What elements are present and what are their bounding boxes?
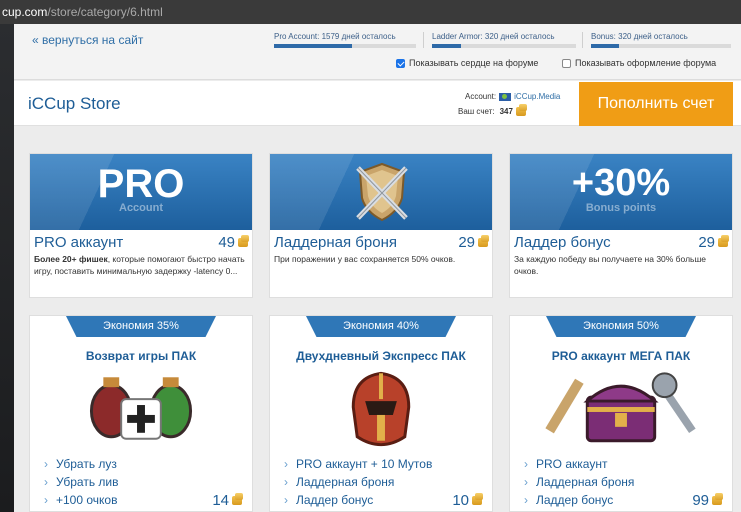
description-bold: Более 20+ фишек bbox=[34, 254, 108, 264]
list-item: Ладдерная броня bbox=[524, 473, 634, 491]
product-card-pro[interactable]: PRO Account PRO аккаунт 49 Более 20+ фиш… bbox=[29, 153, 253, 298]
pack-items: Убрать луз Убрать лив +100 очков bbox=[44, 455, 118, 509]
product-description: Более 20+ фишек, которые помогают быстро… bbox=[34, 253, 250, 277]
treasure-chest-icon bbox=[545, 372, 696, 443]
pack-title[interactable]: Возврат игры ПАК bbox=[30, 349, 252, 363]
pack-items: PRO аккаунт + 10 Мутов Ладдерная броня Л… bbox=[284, 455, 432, 509]
list-item: PRO аккаунт bbox=[524, 455, 634, 473]
stat-label: Pro Account: 1579 дней осталось bbox=[274, 32, 396, 41]
stat-bar bbox=[591, 44, 731, 48]
product-price: 49 bbox=[218, 234, 249, 251]
list-item: +100 очков bbox=[44, 491, 118, 509]
list-item: Ладдер бонус bbox=[284, 491, 432, 509]
price-value: 10 bbox=[452, 492, 469, 509]
banner-title: +30% bbox=[571, 162, 671, 204]
account-row: Account: iCCup.Media bbox=[465, 92, 560, 101]
pack-price: 99 bbox=[692, 492, 723, 509]
pack-card-two-day-express[interactable]: Экономия 40% Двухдневный Экспресс ПАК PR… bbox=[269, 315, 493, 512]
product-description: За каждую победу вы получаете на 30% бол… bbox=[514, 253, 730, 277]
checkbox-unchecked[interactable] bbox=[562, 58, 571, 68]
url-path: /store/category/6.html bbox=[47, 5, 163, 19]
price-value: 99 bbox=[692, 492, 709, 509]
coin-icon bbox=[712, 493, 723, 505]
product-name[interactable]: PRO аккаунт bbox=[34, 234, 123, 251]
divider bbox=[423, 32, 424, 48]
product-description: При поражении у вас сохраняется 50% очко… bbox=[274, 253, 490, 265]
potions-plus-icon bbox=[89, 377, 193, 440]
product-price: 29 bbox=[698, 234, 729, 251]
stat-bar bbox=[432, 44, 576, 48]
discount-ribbon: Экономия 40% bbox=[306, 316, 456, 337]
coin-icon bbox=[472, 493, 483, 505]
checkbox-label: Показывать оформление форума bbox=[575, 58, 717, 68]
checkbox-label: Показывать сердце на форуме bbox=[409, 58, 539, 68]
pack-card-return-game[interactable]: Экономия 35% Возврат игры ПАК Убрать луз… bbox=[29, 315, 253, 512]
product-card-ladder-armor[interactable]: Ладдерная броня 29 При поражении у вас с… bbox=[269, 153, 493, 298]
helmet-icon bbox=[351, 371, 411, 447]
coin-icon bbox=[718, 235, 729, 247]
product-price: 29 bbox=[458, 234, 489, 251]
description-text: При поражении у вас сохраняется 50% очко… bbox=[274, 254, 456, 264]
coin-icon bbox=[478, 235, 489, 247]
list-item: Убрать лив bbox=[44, 473, 118, 491]
pack-price: 10 bbox=[452, 492, 483, 509]
stat-bar-fill bbox=[274, 44, 353, 48]
price-value: 49 bbox=[218, 234, 235, 251]
stat-pro-account: Pro Account: 1579 дней осталось bbox=[274, 32, 416, 48]
stat-bonus: Bonus: 320 дней осталось bbox=[591, 32, 731, 48]
coin-icon bbox=[515, 104, 527, 116]
price-value: 29 bbox=[458, 234, 475, 251]
coin-icon bbox=[232, 493, 243, 505]
stat-bar bbox=[274, 44, 416, 48]
account-label: Account: bbox=[465, 92, 497, 101]
discount-ribbon: Экономия 50% bbox=[546, 316, 696, 337]
stat-label: Bonus: 320 дней осталось bbox=[591, 32, 688, 41]
list-item: Убрать луз bbox=[44, 455, 118, 473]
list-item: Ладдер бонус bbox=[524, 491, 634, 509]
product-name[interactable]: Ладдерная броня bbox=[274, 234, 397, 251]
product-banner bbox=[270, 154, 492, 230]
top-strip: « вернуться на сайт Pro Account: 1579 дн… bbox=[14, 24, 741, 80]
pack-title[interactable]: Двухдневный Экспресс ПАК bbox=[270, 349, 492, 363]
list-item: PRO аккаунт + 10 Мутов bbox=[284, 455, 432, 473]
page-title: iCCup Store bbox=[28, 94, 121, 113]
product-banner: PRO Account bbox=[30, 154, 252, 230]
back-to-site-link[interactable]: « вернуться на сайт bbox=[32, 33, 143, 47]
pack-price: 14 bbox=[212, 492, 243, 509]
balance-value: 347 bbox=[499, 107, 513, 116]
price-value: 14 bbox=[212, 492, 229, 509]
checkbox-checked[interactable] bbox=[396, 58, 405, 68]
pack-items: PRO аккаунт Ладдерная броня Ладдер бонус bbox=[524, 455, 634, 509]
show-design-checkbox[interactable]: Показывать оформление форума bbox=[562, 58, 716, 68]
store-header: iCCup Store Account: iCCup.Media Ваш сче… bbox=[14, 81, 741, 126]
discount-ribbon: Экономия 35% bbox=[66, 316, 216, 337]
description-text: За каждую победу вы получаете на 30% бол… bbox=[514, 254, 707, 276]
stat-label: Ladder Armor: 320 дней осталось bbox=[432, 32, 555, 41]
product-card-ladder-bonus[interactable]: +30% Bonus points Ладдер бонус 29 За каж… bbox=[509, 153, 733, 298]
url-host: cup.com bbox=[2, 5, 48, 19]
page-background bbox=[0, 24, 14, 512]
flag-icon bbox=[499, 92, 512, 101]
stat-bar-fill bbox=[591, 44, 619, 48]
browser-url-bar[interactable]: cup.com/store/category/6.html bbox=[0, 0, 741, 24]
balance-row: Ваш счет: 347 bbox=[458, 104, 527, 116]
stat-bar-fill bbox=[432, 44, 461, 48]
top-up-button[interactable]: Пополнить счет bbox=[579, 82, 733, 126]
shield-swords-icon bbox=[356, 162, 408, 222]
show-heart-checkbox[interactable]: Показывать сердце на форуме bbox=[396, 58, 538, 68]
banner-title: PRO bbox=[97, 162, 185, 206]
account-name-link[interactable]: iCCup.Media bbox=[514, 92, 560, 101]
pack-card-pro-mega[interactable]: Экономия 50% PRO аккаунт МЕГА ПАК PRO ак… bbox=[509, 315, 733, 512]
balance-label: Ваш счет: bbox=[458, 107, 495, 116]
product-banner: +30% Bonus points bbox=[510, 154, 732, 230]
coin-icon bbox=[238, 235, 249, 247]
pack-title[interactable]: PRO аккаунт МЕГА ПАК bbox=[510, 349, 732, 363]
banner-subtitle: Account bbox=[119, 202, 163, 214]
divider bbox=[582, 32, 583, 48]
banner-subtitle: Bonus points bbox=[585, 202, 657, 214]
price-value: 29 bbox=[698, 234, 715, 251]
stat-ladder-armor: Ladder Armor: 320 дней осталось bbox=[432, 32, 576, 48]
product-name[interactable]: Ладдер бонус bbox=[514, 234, 611, 251]
list-item: Ладдерная броня bbox=[284, 473, 432, 491]
